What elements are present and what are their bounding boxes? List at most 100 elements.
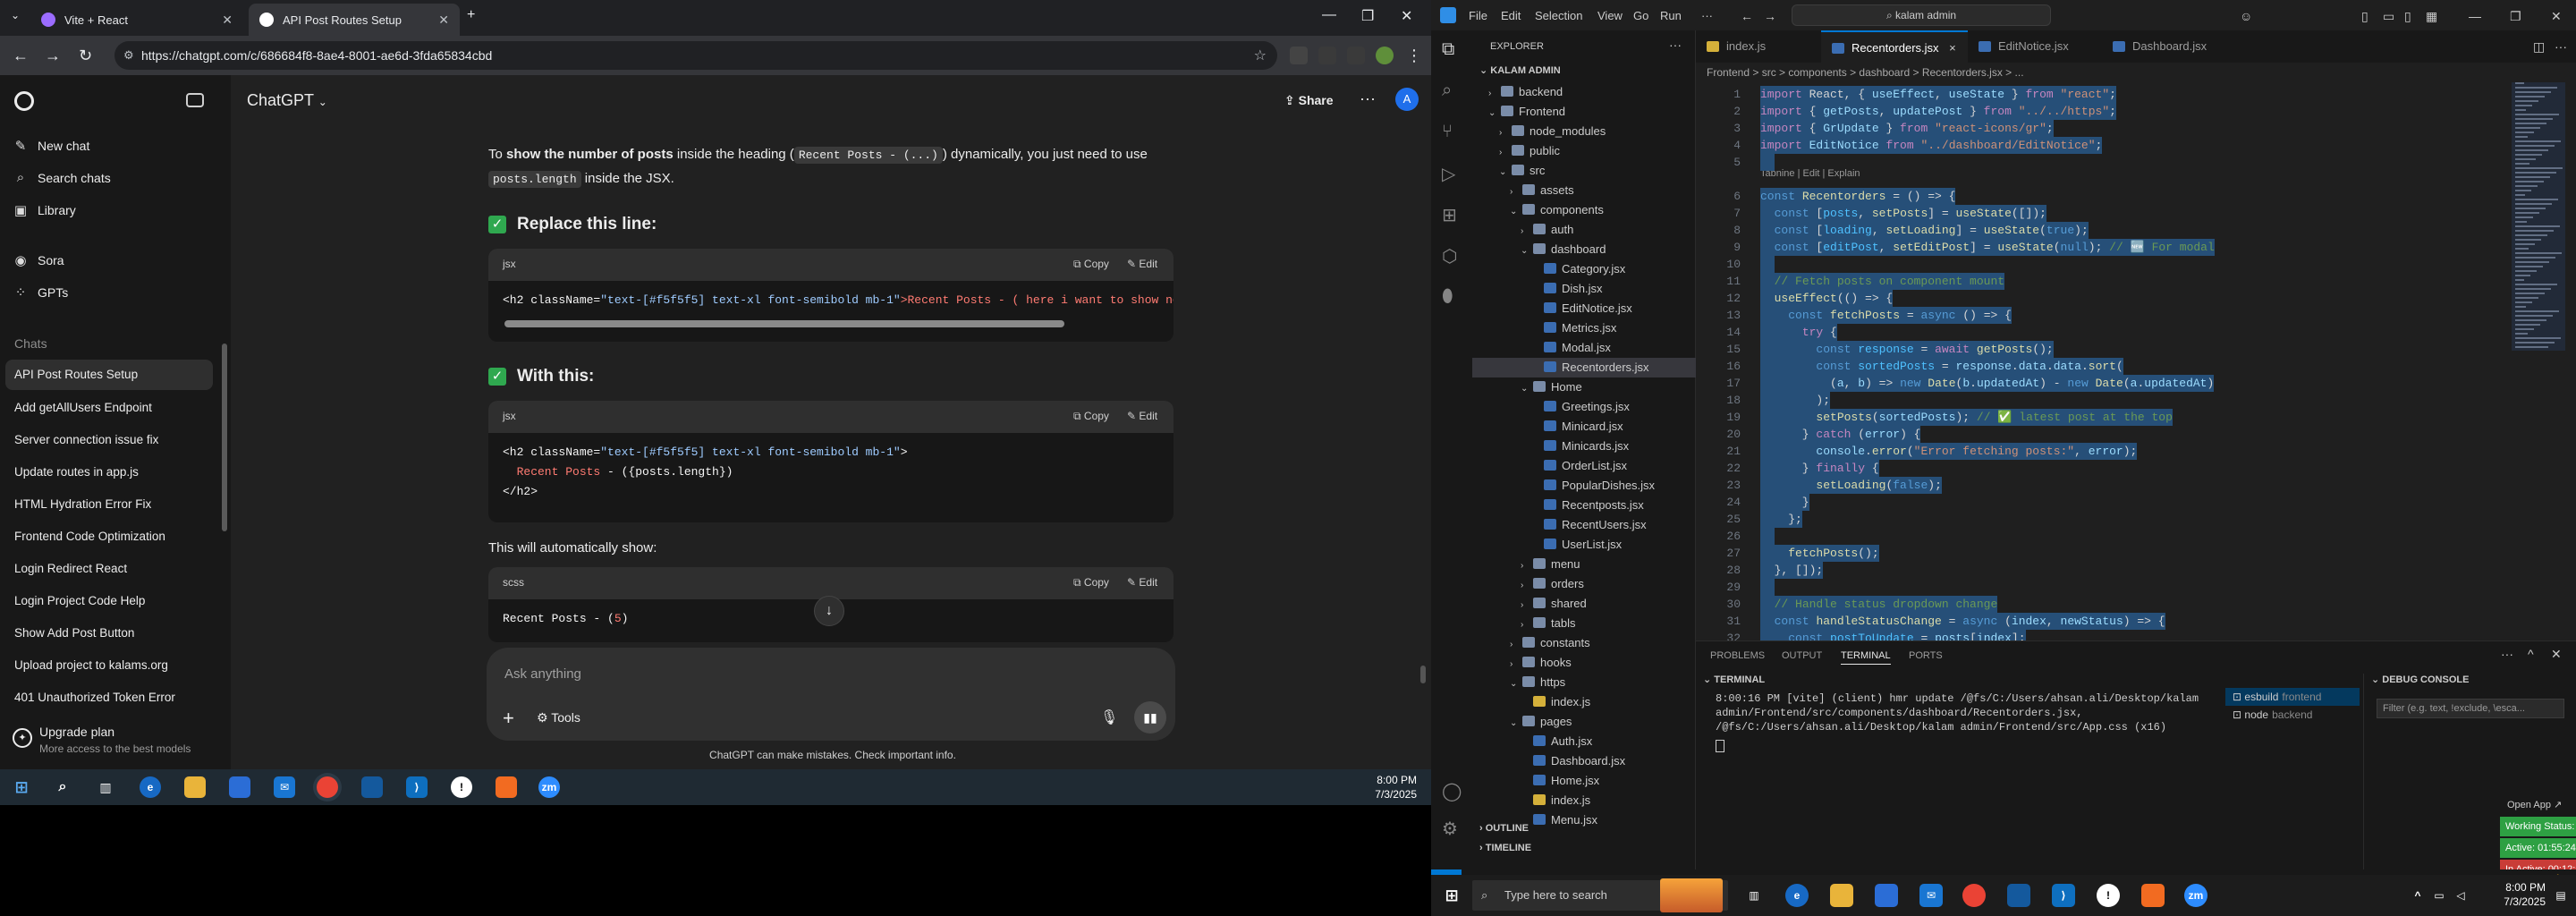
- tree-file[interactable]: Greetings.jsx: [1472, 397, 1696, 417]
- minimize-icon[interactable]: —: [2469, 9, 2481, 23]
- tree-file[interactable]: EditNotice.jsx: [1472, 299, 1696, 318]
- terminal-heading[interactable]: ⌄ TERMINAL: [1703, 674, 1765, 685]
- menu-view[interactable]: View: [1597, 9, 1623, 22]
- tree-file[interactable]: Modal.jsx: [1472, 338, 1696, 358]
- plus-icon[interactable]: +: [503, 707, 514, 730]
- back-icon[interactable]: ←: [1741, 9, 1753, 23]
- menu-run[interactable]: Run: [1660, 9, 1682, 22]
- task-view-icon[interactable]: ▥: [1742, 884, 1766, 907]
- app-icon[interactable]: !: [451, 776, 472, 798]
- forward-icon[interactable]: →: [1764, 9, 1776, 23]
- sidebar-toggle-icon[interactable]: [186, 93, 204, 107]
- edit-button[interactable]: ✎ Edit: [1127, 576, 1157, 589]
- menu-more[interactable]: ···: [1701, 9, 1713, 22]
- share-button[interactable]: ⇪ Share: [1284, 93, 1334, 108]
- chat-item[interactable]: Server connection issue fix: [14, 433, 158, 446]
- tree-folder[interactable]: ⌄ dashboard: [1472, 240, 1696, 259]
- more-options-icon[interactable]: ···: [1360, 89, 1376, 108]
- file-explorer-icon[interactable]: [1830, 884, 1853, 907]
- tree-file[interactable]: index.js: [1472, 791, 1696, 810]
- tree-file[interactable]: Dish.jsx: [1472, 279, 1696, 299]
- close-icon[interactable]: ×: [1949, 41, 1956, 55]
- command-center-search[interactable]: ⌕ kalam admin: [1792, 4, 2051, 26]
- tray-chevron-icon[interactable]: ^: [2406, 884, 2429, 907]
- tree-folder[interactable]: › shared: [1472, 594, 1696, 614]
- menu-selection[interactable]: Selection: [1535, 9, 1582, 22]
- editor-tab[interactable]: index.js: [1696, 30, 1821, 63]
- search-icon[interactable]: ⌕: [52, 776, 73, 798]
- terminal-output[interactable]: 8:00:16 PM [vite] (client) hmr update /@…: [1716, 691, 2216, 734]
- chat-scrollbar[interactable]: [1420, 666, 1426, 683]
- postman-icon[interactable]: [496, 776, 517, 798]
- chat-item[interactable]: HTML Hydration Error Fix: [14, 497, 151, 511]
- codelens[interactable]: Tabnine | Edit | Explain: [1760, 168, 1860, 179]
- tab-list-icon[interactable]: ⌄: [11, 9, 20, 21]
- run-debug-icon[interactable]: ▷: [1442, 163, 1455, 185]
- edge-icon[interactable]: e: [140, 776, 161, 798]
- tab-api-post-routes[interactable]: API Post Routes Setup ✕: [249, 4, 460, 36]
- browser-menu-icon[interactable]: ⋮: [1406, 47, 1422, 65]
- timeline-section[interactable]: › TIMELINE: [1479, 843, 1531, 853]
- clock[interactable]: 8:00 PM 7/3/2025: [1375, 773, 1417, 802]
- app-icon[interactable]: [361, 776, 383, 798]
- customize-layout-icon[interactable]: ▦: [2426, 9, 2437, 24]
- copy-button[interactable]: ⧉ Copy: [1073, 258, 1109, 271]
- chrome-icon[interactable]: [317, 776, 338, 798]
- tree-file[interactable]: UserList.jsx: [1472, 535, 1696, 555]
- tree-folder[interactable]: › node_modules: [1472, 122, 1696, 141]
- postman-icon[interactable]: [2141, 884, 2165, 907]
- maximize-icon[interactable]: ❐: [2510, 9, 2521, 24]
- editor-tab[interactable]: EditNotice.jsx: [1968, 30, 2102, 63]
- openai-logo-icon[interactable]: [14, 91, 34, 111]
- download-icon[interactable]: [1347, 47, 1365, 64]
- mail-icon[interactable]: ✉: [1919, 884, 1943, 907]
- vscode-icon[interactable]: ⟩: [406, 776, 428, 798]
- tree-file[interactable]: index.js: [1472, 692, 1696, 712]
- extensions-icon[interactable]: ⊞: [1442, 204, 1457, 226]
- bookmark-star-icon[interactable]: ☆: [1254, 47, 1267, 64]
- tree-file[interactable]: Category.jsx: [1472, 259, 1696, 279]
- tab-vite-react[interactable]: Vite + React ✕: [30, 4, 243, 36]
- chat-item[interactable]: Login Project Code Help: [14, 594, 145, 607]
- chat-item[interactable]: Frontend Code Optimization: [14, 530, 165, 543]
- tree-folder[interactable]: › constants: [1472, 633, 1696, 653]
- search-icon[interactable]: ⌕: [1442, 81, 1452, 101]
- tree-file[interactable]: RecentUsers.jsx: [1472, 515, 1696, 535]
- chat-item[interactable]: Upload project to kalams.org: [14, 658, 168, 672]
- tree-folder[interactable]: › backend: [1472, 82, 1696, 102]
- scroll-down-button[interactable]: ↓: [814, 596, 844, 626]
- chat-item[interactable]: Add getAllUsers Endpoint: [14, 401, 152, 414]
- more-actions-icon[interactable]: ···: [1669, 38, 1682, 52]
- tree-file[interactable]: Recentorders.jsx: [1472, 358, 1696, 377]
- panel-tab-output[interactable]: OUTPUT: [1782, 650, 1822, 661]
- chat-item[interactable]: Login Redirect React: [14, 562, 127, 575]
- library-button[interactable]: ▣ Library: [13, 202, 76, 218]
- store-icon[interactable]: [229, 776, 250, 798]
- voice-mode-button[interactable]: ▮▮: [1134, 701, 1166, 734]
- code-horizontal-scrollbar[interactable]: [504, 320, 1064, 327]
- editor-tab-active[interactable]: Recentorders.jsx ×: [1821, 30, 1968, 63]
- tree-file[interactable]: Home.jsx: [1472, 771, 1696, 791]
- zoom-icon[interactable]: zm: [538, 776, 560, 798]
- tree-folder[interactable]: › menu: [1472, 555, 1696, 574]
- chat-item-active[interactable]: API Post Routes Setup: [5, 360, 213, 390]
- panel-tab-problems[interactable]: PROBLEMS: [1710, 650, 1765, 661]
- tree-file[interactable]: Metrics.jsx: [1472, 318, 1696, 338]
- mongodb-icon[interactable]: ⬮: [1442, 286, 1453, 307]
- tree-folder[interactable]: › orders: [1472, 574, 1696, 594]
- zoom-icon[interactable]: zm: [2184, 884, 2207, 907]
- tools-button[interactable]: ⚙ Tools: [537, 710, 580, 725]
- edit-button[interactable]: ✎ Edit: [1127, 258, 1157, 270]
- task-view-icon[interactable]: ▥: [95, 776, 116, 798]
- extension-icon[interactable]: [1290, 47, 1308, 64]
- panel-tab-terminal[interactable]: TERMINAL: [1841, 650, 1891, 665]
- close-icon[interactable]: ✕: [2551, 9, 2562, 24]
- microphone-icon[interactable]: 🎙: [1100, 708, 1118, 726]
- terminal-item-node[interactable]: ⊡ node backend: [2225, 706, 2360, 724]
- model-selector[interactable]: ChatGPT ⌄: [247, 91, 327, 110]
- more-actions-icon[interactable]: ···: [2501, 647, 2513, 661]
- sora-button[interactable]: ◉ Sora: [13, 252, 64, 268]
- tree-file[interactable]: Recentposts.jsx: [1472, 496, 1696, 515]
- tree-file[interactable]: OrderList.jsx: [1472, 456, 1696, 476]
- project-heading[interactable]: ⌄ KALAM ADMIN: [1479, 64, 1561, 76]
